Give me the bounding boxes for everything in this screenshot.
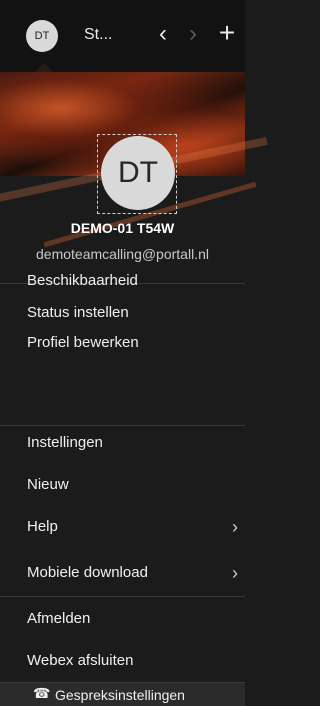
divider [0,596,245,597]
top-bar: DT St... ‹ › + [0,0,245,72]
menu-item-settings[interactable]: Instellingen [0,427,245,459]
menu-item-sign-out[interactable]: Afmelden [0,603,245,635]
menu-item-quit-webex[interactable]: Webex afsluiten [0,645,245,677]
menu-item-label: Beschikbaarheid [27,272,138,289]
menu-item-label: Profiel bewerken [27,334,139,351]
chevron-right-icon: › [232,517,238,537]
menu-item-label: Status instellen [27,304,129,321]
user-avatar[interactable]: DT [26,20,58,52]
chevron-right-icon: › [232,563,238,583]
menu-item-label: Help [27,518,58,535]
call-settings-button[interactable]: ☎ Gespreksinstellingen [0,682,245,706]
tab-title[interactable]: St... [84,26,112,44]
profile-name: DEMO-01 T54W [70,220,175,236]
chevron-right-icon[interactable]: › [182,20,204,48]
chevron-left-icon[interactable]: ‹ [152,20,174,48]
divider [0,425,245,426]
menu-item-set-status[interactable]: Status instellen [0,297,245,329]
plus-icon[interactable]: + [214,18,240,48]
menu-item-label: Webex afsluiten [27,652,134,669]
menu-item-label: Instellingen [27,434,103,451]
call-settings-label: Gespreksinstellingen [55,687,185,703]
menu-item-availability[interactable]: Beschikbaarheid [0,265,245,297]
popover-caret [35,63,53,72]
menu-item-label: Afmelden [27,610,91,627]
profile-avatar[interactable]: DT [101,136,175,210]
menu-item-label: Mobiele download [27,564,148,581]
profile-email: demoteamcalling@portall.nl [36,246,209,262]
phone-settings-icon: ☎ [33,685,51,701]
menu-item-mobile-download[interactable]: Mobiele download › [0,557,245,589]
menu-item-new[interactable]: Nieuw [0,469,245,501]
menu-item-edit-profile[interactable]: Profiel bewerken [0,327,245,359]
menu-item-help[interactable]: Help › [0,511,245,543]
menu-item-label: Nieuw [27,476,69,493]
